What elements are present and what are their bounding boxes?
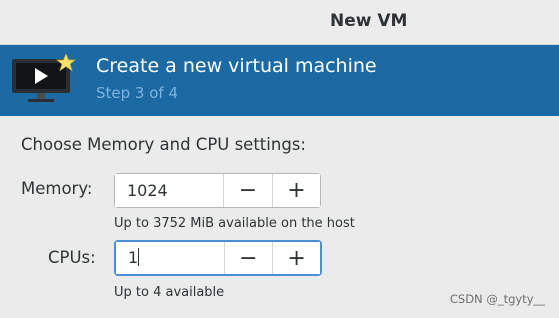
- wizard-step: Step 3 of 4: [96, 84, 179, 102]
- window-title: New VM: [330, 11, 408, 31]
- memory-increment-button[interactable]: +: [272, 174, 320, 207]
- cpus-hint: Up to 4 available: [114, 285, 225, 300]
- cpus-input-value: 1: [128, 248, 139, 267]
- wizard-heading: Create a new virtual machine: [96, 55, 377, 77]
- memory-label: Memory:: [21, 179, 93, 198]
- watermark: CSDN @_tgyty__: [449, 292, 545, 306]
- memory-decrement-button[interactable]: −: [223, 174, 272, 207]
- section-title: Choose Memory and CPU settings:: [21, 135, 306, 154]
- cpus-decrement-button[interactable]: −: [223, 242, 273, 274]
- monitor-play-star-icon: [12, 53, 76, 102]
- window-titlebar: New VM: [0, 0, 559, 45]
- memory-input[interactable]: 1024: [115, 174, 223, 207]
- cpus-spinbutton: 1 − +: [114, 240, 322, 276]
- cpus-increment-button[interactable]: +: [272, 242, 320, 274]
- cpus-input[interactable]: 1: [116, 242, 224, 274]
- memory-hint: Up to 3752 MiB available on the host: [114, 216, 355, 231]
- cpus-label: CPUs:: [48, 248, 96, 267]
- text-caret: [138, 248, 140, 266]
- memory-spinbutton: 1024 − +: [114, 173, 321, 208]
